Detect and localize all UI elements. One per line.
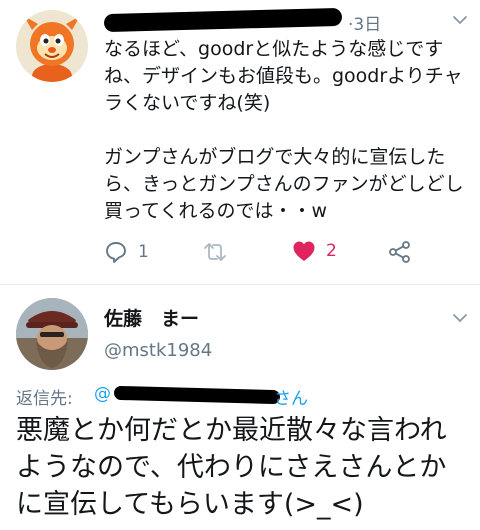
- redaction-mark: [103, 7, 343, 33]
- display-name[interactable]: 佐藤 まー: [104, 304, 199, 331]
- retweet-button[interactable]: [202, 240, 228, 264]
- avatar[interactable]: [16, 10, 88, 82]
- chevron-down-icon[interactable]: [452, 12, 468, 28]
- share-icon: [389, 241, 410, 263]
- tweet-reply-1[interactable]: ·3日 なるほど、goodrと似たような感じですね、デザインもお値段も。good…: [0, 0, 480, 282]
- timestamp[interactable]: ·3日: [348, 10, 381, 35]
- tweet-actions: 1 2: [104, 240, 424, 268]
- like-button[interactable]: 2: [292, 240, 337, 262]
- like-count: 2: [326, 241, 337, 261]
- avatar[interactable]: [16, 298, 88, 370]
- tweet-text: 悪魔とか何だとか最近散々な言われようなので、代わりにさえさんとかに宣伝してもらい…: [16, 415, 447, 520]
- share-button[interactable]: [388, 240, 412, 264]
- reply-handle-suffix[interactable]: さん: [274, 384, 308, 409]
- mascot-avatar-image: [16, 10, 88, 82]
- tweet-header: ·3日: [103, 6, 444, 36]
- tweet-main[interactable]: 佐藤 まー @mstk1984 返信先: @ さん 悪魔とか何だとか最近散々な言…: [0, 286, 480, 530]
- tweet-divider: [0, 284, 480, 285]
- user-handle[interactable]: @mstk1984: [104, 340, 212, 361]
- replying-to: 返信先: @ さん: [16, 384, 476, 409]
- retweet-icon: [204, 243, 226, 261]
- reply-icon: [106, 242, 126, 263]
- tweet-text: なるほど、goodrと似たような感じですね、デザインもお値段も。goodrよりチ…: [104, 38, 464, 222]
- redaction-mark: [113, 385, 281, 405]
- reply-count: 1: [138, 242, 149, 262]
- reply-label: 返信先:: [16, 389, 73, 409]
- reply-button[interactable]: 1: [104, 240, 149, 264]
- heart-icon: [293, 241, 315, 261]
- reply-handle-link[interactable]: @: [94, 384, 111, 404]
- chevron-down-icon[interactable]: [452, 310, 468, 326]
- profile-photo: [16, 298, 88, 370]
